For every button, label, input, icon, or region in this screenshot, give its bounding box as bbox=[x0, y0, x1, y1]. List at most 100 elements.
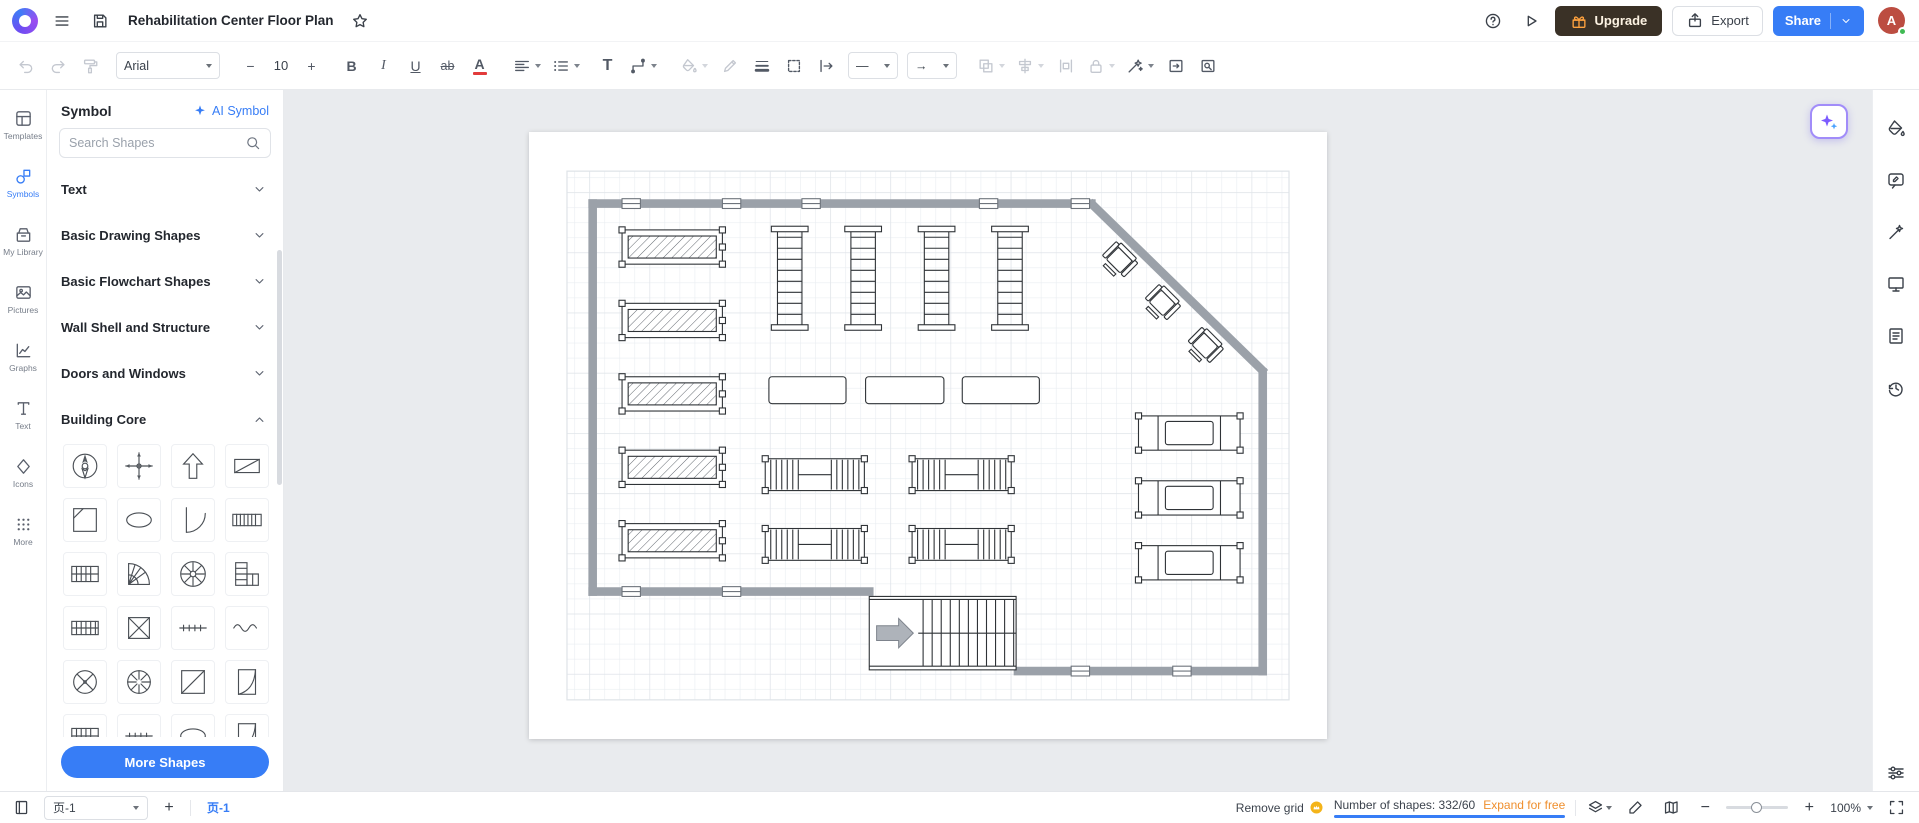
outline-panel-button[interactable] bbox=[1881, 322, 1911, 350]
increase-font-button[interactable]: + bbox=[298, 52, 325, 79]
font-color-button[interactable]: A bbox=[466, 52, 493, 79]
layers-button[interactable] bbox=[1586, 796, 1612, 820]
shape-corner-panel[interactable] bbox=[63, 498, 107, 542]
shape-elevator-shaft[interactable] bbox=[117, 606, 161, 650]
shape-slant-panel[interactable] bbox=[225, 444, 269, 488]
symbol-section-basic-drawing-shapes[interactable]: Basic Drawing Shapes bbox=[47, 212, 283, 258]
shape-compass-rose[interactable] bbox=[63, 444, 107, 488]
ai-symbol-link[interactable]: AI Symbol bbox=[193, 104, 269, 118]
shape-stairs-spiral[interactable] bbox=[171, 552, 215, 596]
edraw-logo-icon[interactable] bbox=[12, 7, 38, 34]
history-panel-button[interactable] bbox=[1881, 374, 1911, 402]
upgrade-button[interactable]: Upgrade bbox=[1554, 5, 1663, 36]
shape-wheel-spokes[interactable] bbox=[117, 660, 161, 704]
panel-settings-button[interactable] bbox=[1881, 759, 1911, 787]
shape-grid-table[interactable] bbox=[63, 552, 107, 596]
format-painter-button[interactable] bbox=[76, 52, 103, 79]
shape-door-swing[interactable] bbox=[171, 498, 215, 542]
line-dash-button[interactable] bbox=[780, 52, 807, 79]
group-button[interactable] bbox=[974, 52, 1008, 79]
font-family-select[interactable]: Arial bbox=[116, 52, 220, 79]
font-size-value[interactable]: 10 bbox=[269, 58, 293, 73]
shape-track-dots[interactable] bbox=[117, 714, 161, 737]
pages-overview-button[interactable] bbox=[8, 796, 34, 820]
zoom-slider-knob[interactable] bbox=[1751, 802, 1763, 813]
bold-button[interactable]: B bbox=[338, 52, 365, 79]
shape-diagonal-panel[interactable] bbox=[171, 660, 215, 704]
drawing-canvas-area[interactable] bbox=[284, 90, 1872, 791]
italic-button[interactable]: I bbox=[370, 52, 397, 79]
align-objects-button[interactable] bbox=[1013, 52, 1047, 79]
share-button[interactable]: Share bbox=[1772, 5, 1864, 36]
shape-stairs-rail[interactable] bbox=[63, 606, 107, 650]
shape-track-dots[interactable] bbox=[171, 606, 215, 650]
list-button[interactable] bbox=[549, 52, 583, 79]
floor-plan-canvas[interactable] bbox=[529, 132, 1327, 739]
shape-stairs-landing[interactable] bbox=[225, 552, 269, 596]
decrease-font-button[interactable]: − bbox=[237, 52, 264, 79]
presentation-panel-button[interactable] bbox=[1881, 270, 1911, 298]
add-page-button[interactable]: + bbox=[158, 799, 180, 817]
undo-button[interactable] bbox=[12, 52, 39, 79]
expand-for-free-link[interactable]: Expand for free bbox=[1483, 798, 1565, 812]
shape-wheel-cross[interactable] bbox=[63, 660, 107, 704]
page-tab-active[interactable]: 页-1 bbox=[201, 799, 236, 816]
underline-button[interactable]: U bbox=[402, 52, 429, 79]
shape-grid-table[interactable] bbox=[63, 714, 107, 737]
magic-clean-button[interactable] bbox=[1123, 52, 1157, 79]
fill-color-button[interactable] bbox=[677, 52, 711, 79]
connector-button[interactable] bbox=[626, 52, 660, 79]
arrow-style-select[interactable]: → bbox=[907, 52, 957, 79]
distribute-button[interactable] bbox=[1052, 52, 1079, 79]
symbol-section-wall-shell-and-structure[interactable]: Wall Shell and Structure bbox=[47, 304, 283, 350]
shape-oval-column[interactable] bbox=[171, 714, 215, 737]
present-button[interactable] bbox=[1517, 7, 1545, 35]
sidebar-item-library[interactable]: My Library bbox=[1, 218, 45, 264]
shape-door-leaf[interactable] bbox=[225, 714, 269, 737]
page-selector-dropdown[interactable]: 页-1 bbox=[44, 795, 148, 820]
wall-style-button[interactable] bbox=[812, 52, 839, 79]
panel-scrollbar[interactable] bbox=[277, 250, 282, 485]
fullscreen-button[interactable] bbox=[1883, 796, 1909, 820]
zoom-in-button[interactable]: + bbox=[1798, 799, 1820, 817]
ai-assistant-button[interactable] bbox=[1810, 104, 1848, 139]
main-menu-button[interactable] bbox=[48, 7, 76, 35]
shape-search-input[interactable] bbox=[69, 136, 239, 150]
sidebar-item-more[interactable]: More bbox=[1, 508, 45, 554]
help-button[interactable] bbox=[1479, 7, 1507, 35]
shape-compass-cross[interactable] bbox=[117, 444, 161, 488]
sidebar-item-symbols[interactable]: Symbols bbox=[1, 160, 45, 206]
mini-map-button[interactable] bbox=[1658, 796, 1684, 820]
line-style-select[interactable]: — bbox=[848, 52, 898, 79]
more-shapes-button[interactable]: More Shapes bbox=[61, 746, 269, 778]
export-button[interactable]: Export bbox=[1672, 5, 1763, 36]
sidebar-item-templates[interactable]: Templates bbox=[1, 102, 45, 148]
symbol-section-text[interactable]: Text bbox=[47, 166, 283, 212]
shape-track-wave[interactable] bbox=[225, 606, 269, 650]
sidebar-item-pictures[interactable]: Pictures bbox=[1, 276, 45, 322]
shape-block-arrow-up[interactable] bbox=[171, 444, 215, 488]
save-button[interactable] bbox=[86, 7, 114, 35]
shape-oval-column[interactable] bbox=[117, 498, 161, 542]
symbol-section-basic-flowchart-shapes[interactable]: Basic Flowchart Shapes bbox=[47, 258, 283, 304]
theme-panel-button[interactable] bbox=[1881, 218, 1911, 246]
text-tool-button[interactable]: T bbox=[594, 52, 621, 79]
shape-stairs-curved[interactable] bbox=[117, 552, 161, 596]
symbol-section-building-core[interactable]: Building Core bbox=[47, 396, 283, 442]
find-replace-button[interactable] bbox=[1194, 52, 1221, 79]
symbol-section-doors-and-windows[interactable]: Doors and Windows bbox=[47, 350, 283, 396]
line-color-button[interactable] bbox=[716, 52, 743, 79]
pen-tool-button[interactable] bbox=[1622, 796, 1648, 820]
line-weight-button[interactable] bbox=[748, 52, 775, 79]
zoom-level-dropdown[interactable]: 100% bbox=[1830, 801, 1873, 815]
remove-grid-control[interactable]: Remove grid bbox=[1236, 800, 1324, 815]
zoom-out-button[interactable]: − bbox=[1694, 799, 1716, 817]
insert-container-button[interactable] bbox=[1162, 52, 1189, 79]
zoom-slider[interactable] bbox=[1726, 802, 1789, 813]
style-panel-button[interactable] bbox=[1881, 114, 1911, 142]
lock-button[interactable] bbox=[1084, 52, 1118, 79]
shape-escalator[interactable] bbox=[225, 498, 269, 542]
sidebar-item-text[interactable]: Text bbox=[1, 392, 45, 438]
redo-button[interactable] bbox=[44, 52, 71, 79]
user-avatar[interactable]: A bbox=[1878, 7, 1907, 36]
